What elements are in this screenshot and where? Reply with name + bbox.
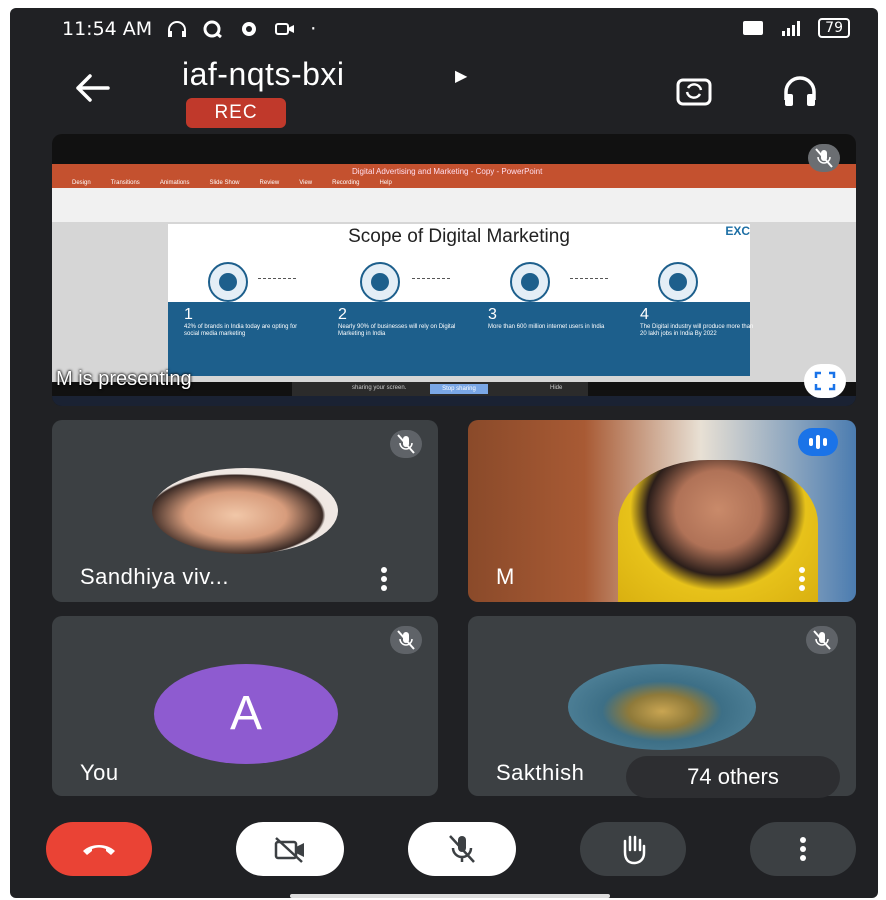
raise-hand-icon xyxy=(623,835,646,865)
participant-photo xyxy=(152,468,338,554)
dot-status-icon: · xyxy=(310,18,317,40)
ribbon-tab: Recording xyxy=(332,180,360,186)
end-call-button[interactable] xyxy=(46,822,152,876)
participant-video xyxy=(618,460,818,602)
signal-icon xyxy=(782,21,801,36)
slide-stat: 4 The Digital industry will produce more … xyxy=(640,306,760,338)
more-vert-icon xyxy=(800,837,806,861)
slide-logo: EXC xyxy=(725,224,750,238)
presenter-muted-icon xyxy=(808,144,840,172)
slide-icon-4 xyxy=(658,262,698,302)
audio-output-icon[interactable] xyxy=(780,74,820,108)
participant-name: You xyxy=(80,760,119,785)
self-avatar: A xyxy=(154,664,338,764)
raise-hand-button[interactable] xyxy=(580,822,686,876)
slide: Scope of Digital Marketing EXC 1 42% of b… xyxy=(168,224,753,376)
more-options-icon[interactable] xyxy=(380,566,388,592)
screen-share-bar: sharing your screen. Stop sharing Hide xyxy=(292,382,588,396)
slide-stat: 1 42% of brands in India today are opting… xyxy=(184,306,304,338)
muted-icon xyxy=(390,626,422,654)
stat-number: 4 xyxy=(640,306,649,323)
stat-number: 2 xyxy=(338,306,347,323)
mic-toggle-button[interactable] xyxy=(408,822,516,876)
connector-line xyxy=(570,278,608,279)
meeting-details-caret-icon[interactable]: ▶ xyxy=(455,66,467,86)
ribbon-tab: Review xyxy=(259,180,280,186)
windows-taskbar xyxy=(52,396,856,406)
presentation-tile[interactable]: Digital Advertising and Marketing - Copy… xyxy=(52,134,856,406)
participant-tile-self[interactable]: A You xyxy=(52,616,438,796)
recording-badge: REC xyxy=(186,98,286,128)
participant-photo xyxy=(568,664,756,750)
ribbon-tab: Help xyxy=(379,180,392,186)
home-indicator[interactable] xyxy=(290,894,610,898)
hide-button: Hide xyxy=(550,385,563,391)
meet-screen: 11:54 AM · 79 iaf-nqts-bxi ▶ REC Digital… xyxy=(10,8,878,898)
others-badge[interactable]: 74 others xyxy=(626,756,840,798)
powerpoint-window-title: Digital Advertising and Marketing - Copy… xyxy=(352,167,543,176)
ribbon-tab: Transitions xyxy=(110,180,140,186)
stop-sharing-button: Stop sharing xyxy=(430,384,488,394)
stat-text: 42% of brands in India today are opting … xyxy=(184,324,298,337)
ribbon-tab: View xyxy=(299,180,313,186)
back-arrow-icon[interactable] xyxy=(72,70,112,106)
stat-text: More than 600 million internet users in … xyxy=(488,324,605,330)
ribbon-tab: Slide Show xyxy=(209,180,240,186)
stat-text: The Digital industry will produce more t… xyxy=(640,324,754,337)
meeting-code[interactable]: iaf-nqts-bxi xyxy=(182,56,345,93)
slide-icon-2 xyxy=(360,262,400,302)
participant-tile[interactable]: Sandhiya viv... xyxy=(52,420,438,602)
headphones-status-icon xyxy=(168,21,187,37)
fullscreen-icon xyxy=(814,371,836,391)
status-time: 11:54 AM xyxy=(62,18,153,40)
phone-hangup-icon xyxy=(83,845,115,855)
stat-number: 1 xyxy=(184,306,193,323)
powerpoint-ribbon-tabs: Design Transitions Animations Slide Show… xyxy=(72,180,392,186)
share-bar-text: sharing your screen. xyxy=(352,385,407,391)
more-options-button[interactable] xyxy=(750,822,856,876)
fullscreen-button[interactable] xyxy=(804,364,846,398)
battery-indicator: 79 xyxy=(818,18,850,38)
slide-title: Scope of Digital Marketing xyxy=(348,226,570,247)
ribbon-tab: Design xyxy=(72,180,91,186)
mic-off-icon xyxy=(449,835,475,863)
participant-tile[interactable]: M xyxy=(468,420,856,602)
stat-text: Nearly 90% of businesses will rely on Di… xyxy=(338,324,456,337)
app-notification-icon xyxy=(203,20,223,38)
stat-number: 3 xyxy=(488,306,497,323)
more-options-icon[interactable] xyxy=(798,566,806,592)
connector-line xyxy=(258,278,296,279)
muted-icon xyxy=(390,430,422,458)
muted-icon xyxy=(806,626,838,654)
participant-name: Sakthish xyxy=(496,760,585,785)
camera-toggle-button[interactable] xyxy=(236,822,344,876)
switch-camera-icon[interactable] xyxy=(674,74,714,108)
speaking-indicator-icon xyxy=(798,428,838,456)
connector-line xyxy=(412,278,450,279)
camera-status-icon xyxy=(275,23,295,35)
presenter-label: M is presenting xyxy=(56,368,192,390)
slide-stat: 2 Nearly 90% of businesses will rely on D… xyxy=(338,306,458,338)
slide-icon-3 xyxy=(510,262,550,302)
record-status-icon xyxy=(242,22,257,36)
powerpoint-toolbar xyxy=(52,188,856,222)
slide-stat: 3 More than 600 million internet users in… xyxy=(488,306,608,331)
participant-name: M xyxy=(496,564,515,589)
volte-icon xyxy=(743,21,764,35)
participant-name: Sandhiya viv... xyxy=(80,564,229,589)
status-bar: 11:54 AM · 79 xyxy=(10,8,878,52)
camera-off-icon xyxy=(274,837,304,863)
slide-icon-1 xyxy=(208,262,248,302)
ribbon-tab: Animations xyxy=(159,180,190,186)
